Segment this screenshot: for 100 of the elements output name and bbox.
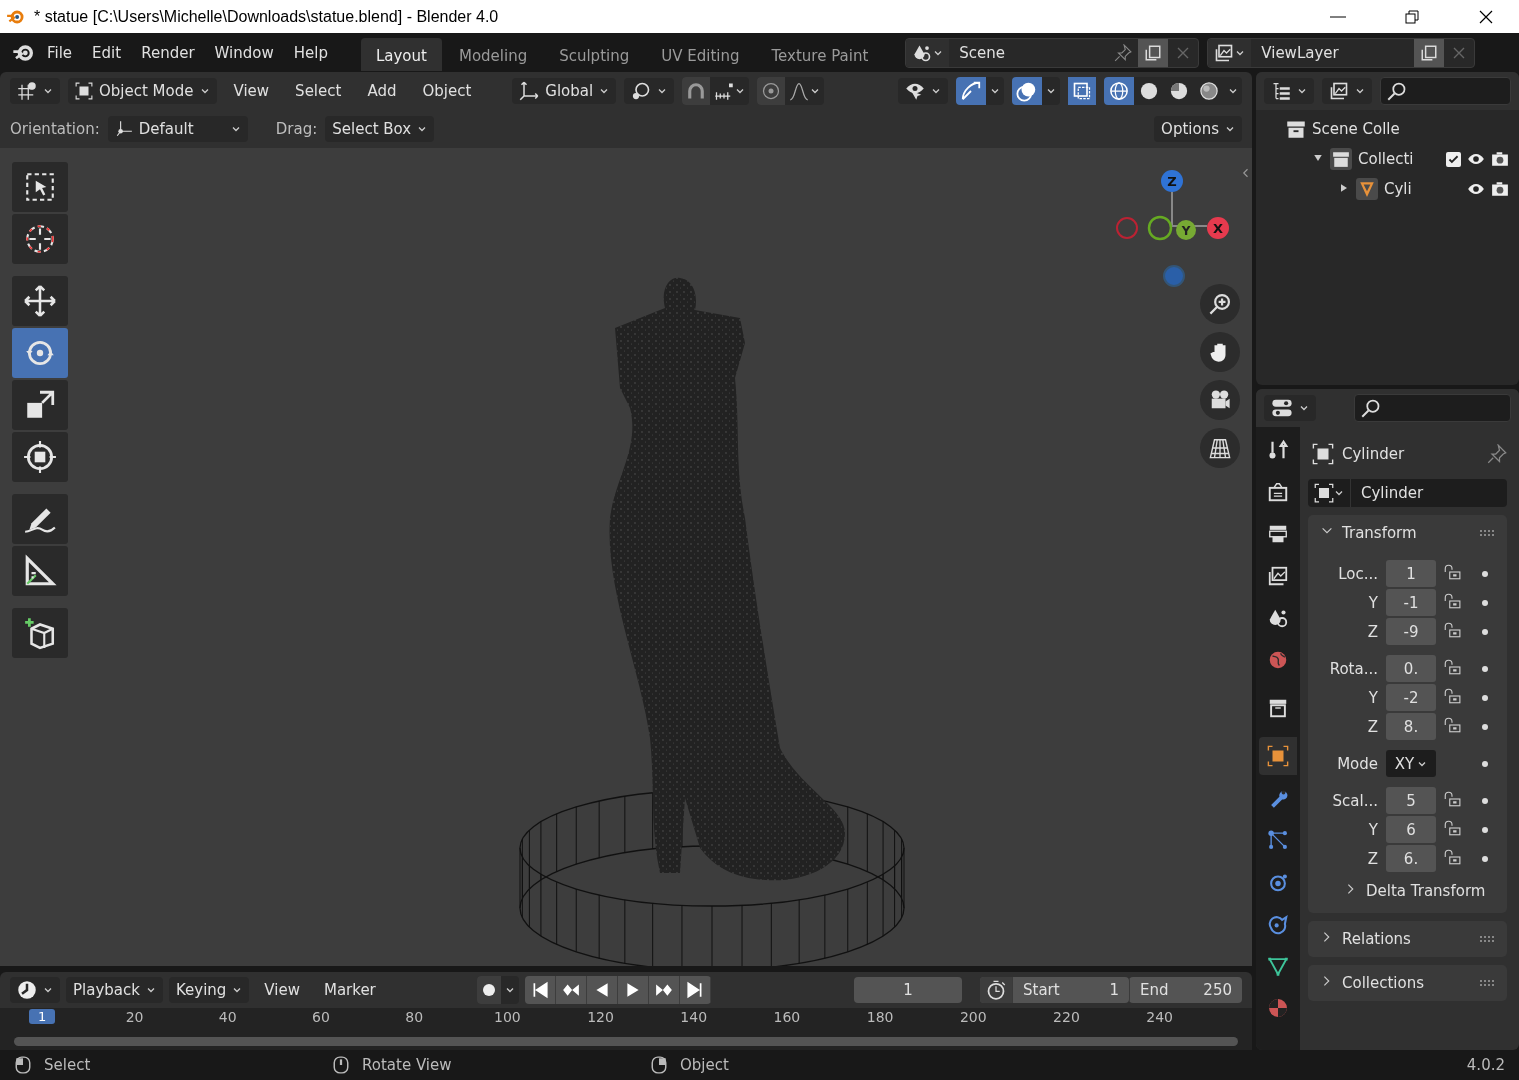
timeline-scrollbar[interactable] <box>14 1037 1238 1046</box>
snap-toggle[interactable] <box>682 77 711 105</box>
scene-selector[interactable]: Scene <box>905 37 1200 68</box>
keyframe-dot[interactable] <box>1482 723 1488 730</box>
editor-type-button[interactable] <box>1264 78 1314 104</box>
tool-button[interactable] <box>12 546 68 596</box>
keyframe-dot[interactable] <box>1482 826 1488 833</box>
keyframe-dot[interactable] <box>1482 628 1488 635</box>
drag-dropdown[interactable]: Select Box <box>325 116 435 142</box>
unlocked-icon[interactable] <box>1442 818 1462 837</box>
zoom-button[interactable] <box>1200 284 1240 324</box>
workspace-tab[interactable]: Texture Paint <box>756 38 884 71</box>
object-name-field[interactable]: Cylinder <box>1308 479 1507 507</box>
display-mode-dropdown[interactable] <box>1322 78 1372 104</box>
menu-item[interactable]: Edit <box>83 39 131 66</box>
timeline-menu[interactable]: Playback <box>66 977 163 1003</box>
pivot-dropdown[interactable] <box>624 78 675 104</box>
editor-type-button[interactable] <box>10 78 60 104</box>
menu-item[interactable]: Add <box>358 78 406 104</box>
pan-button[interactable] <box>1200 332 1240 372</box>
subpanel-header[interactable]: Delta Transform <box>1308 873 1507 909</box>
tool-button[interactable] <box>12 214 68 264</box>
number-field[interactable]: 6. <box>1386 845 1436 872</box>
pin-icon[interactable] <box>1487 444 1507 464</box>
panel-header[interactable]: Collections <box>1308 965 1507 1001</box>
number-field[interactable]: 6 <box>1386 816 1436 843</box>
end-frame-field[interactable]: End 250 <box>1129 977 1242 1003</box>
xray-toggle[interactable] <box>1068 77 1096 105</box>
duplicate-icon[interactable] <box>1420 43 1439 62</box>
duplicate-icon[interactable] <box>1144 43 1163 62</box>
tool-button[interactable] <box>12 276 68 326</box>
camera-icon[interactable] <box>1491 150 1509 168</box>
keyframe-dot[interactable] <box>1482 570 1488 577</box>
orientation-dropdown[interactable]: Global <box>512 78 617 104</box>
tool-button[interactable] <box>12 494 68 544</box>
number-field[interactable]: -1 <box>1386 589 1436 616</box>
menu-item[interactable]: Render <box>132 39 204 66</box>
current-frame-marker[interactable]: 1 <box>29 1009 56 1024</box>
panel-header[interactable]: Relations <box>1308 921 1507 957</box>
outliner-row[interactable]: Scene Colle <box>1256 114 1519 144</box>
workspace-tab[interactable]: UV Editing <box>646 38 755 71</box>
proportional-edit-toggle[interactable] <box>757 77 786 105</box>
orientation-dropdown[interactable]: Default <box>107 116 248 142</box>
search-field[interactable] <box>1354 394 1511 422</box>
editor-type-button[interactable] <box>1264 395 1316 421</box>
view-layer-selector[interactable]: ViewLayer <box>1207 37 1476 68</box>
keyframe-dot[interactable] <box>1482 760 1488 767</box>
mode-dropdown[interactable]: Object Mode <box>68 78 217 104</box>
unlocked-icon[interactable] <box>1442 715 1462 734</box>
axis-handle[interactable] <box>1147 215 1173 241</box>
menu-item[interactable]: Window <box>205 39 283 66</box>
keyframe-dot[interactable] <box>1482 599 1488 606</box>
axis-handle[interactable]: Z <box>1161 170 1183 192</box>
rotation-mode-dropdown[interactable]: XY <box>1386 750 1436 777</box>
number-field[interactable]: 5 <box>1386 787 1436 814</box>
properties-tab[interactable] <box>1259 737 1297 775</box>
visibility-dropdown[interactable] <box>898 78 948 104</box>
menu-item[interactable]: Marker <box>314 977 385 1003</box>
editor-type-button[interactable] <box>10 977 60 1003</box>
keyframe-dot[interactable] <box>1482 694 1488 701</box>
unlocked-icon[interactable] <box>1442 847 1462 866</box>
unlocked-icon[interactable] <box>1442 686 1462 705</box>
perspective-button[interactable] <box>1200 428 1240 468</box>
number-field[interactable]: -9 <box>1386 618 1436 645</box>
pin-icon[interactable] <box>1114 43 1133 62</box>
number-field[interactable]: 1 <box>1386 560 1436 587</box>
menu-item[interactable]: View <box>255 977 309 1003</box>
shading-button[interactable] <box>1104 77 1134 105</box>
auto-keying-toggle[interactable] <box>476 976 501 1004</box>
camera-icon[interactable] <box>1491 180 1509 198</box>
options-dropdown[interactable]: Options <box>1154 116 1242 142</box>
number-field[interactable]: 8. <box>1386 713 1436 740</box>
menu-item[interactable]: View <box>224 78 279 104</box>
axis-handle[interactable] <box>1116 217 1138 239</box>
tool-button[interactable] <box>12 608 68 658</box>
unlocked-icon[interactable] <box>1442 562 1462 581</box>
preview-range-toggle[interactable] <box>980 977 1012 1003</box>
unlocked-icon[interactable] <box>1442 789 1462 808</box>
number-field[interactable]: 0. <box>1386 655 1436 682</box>
tool-button[interactable] <box>12 380 68 430</box>
unlocked-icon[interactable] <box>1442 657 1462 676</box>
menu-item[interactable]: Object <box>413 78 481 104</box>
overlay-toggle[interactable] <box>1012 77 1042 105</box>
keyframe-dot[interactable] <box>1482 665 1488 672</box>
number-field[interactable]: -2 <box>1386 684 1436 711</box>
menu-item[interactable]: File <box>38 39 82 66</box>
workspace-tab[interactable]: Sculpting <box>544 38 645 71</box>
search-field[interactable] <box>1380 77 1511 105</box>
tool-button[interactable] <box>12 162 68 212</box>
keyframe-dot[interactable] <box>1482 855 1488 862</box>
menu-item[interactable]: Select <box>286 78 351 104</box>
axis-handle[interactable]: X <box>1207 217 1229 239</box>
unlocked-icon[interactable] <box>1442 620 1462 639</box>
panel-header[interactable]: Transform <box>1308 515 1507 551</box>
tool-button[interactable] <box>12 432 68 482</box>
workspace-tab[interactable]: Layout <box>360 38 442 71</box>
outliner-row[interactable]: Cyli <box>1256 174 1519 204</box>
checkbox[interactable] <box>1446 151 1461 167</box>
gizmo-toggle[interactable] <box>956 77 986 105</box>
workspace-tab[interactable]: Modeling <box>443 38 543 71</box>
